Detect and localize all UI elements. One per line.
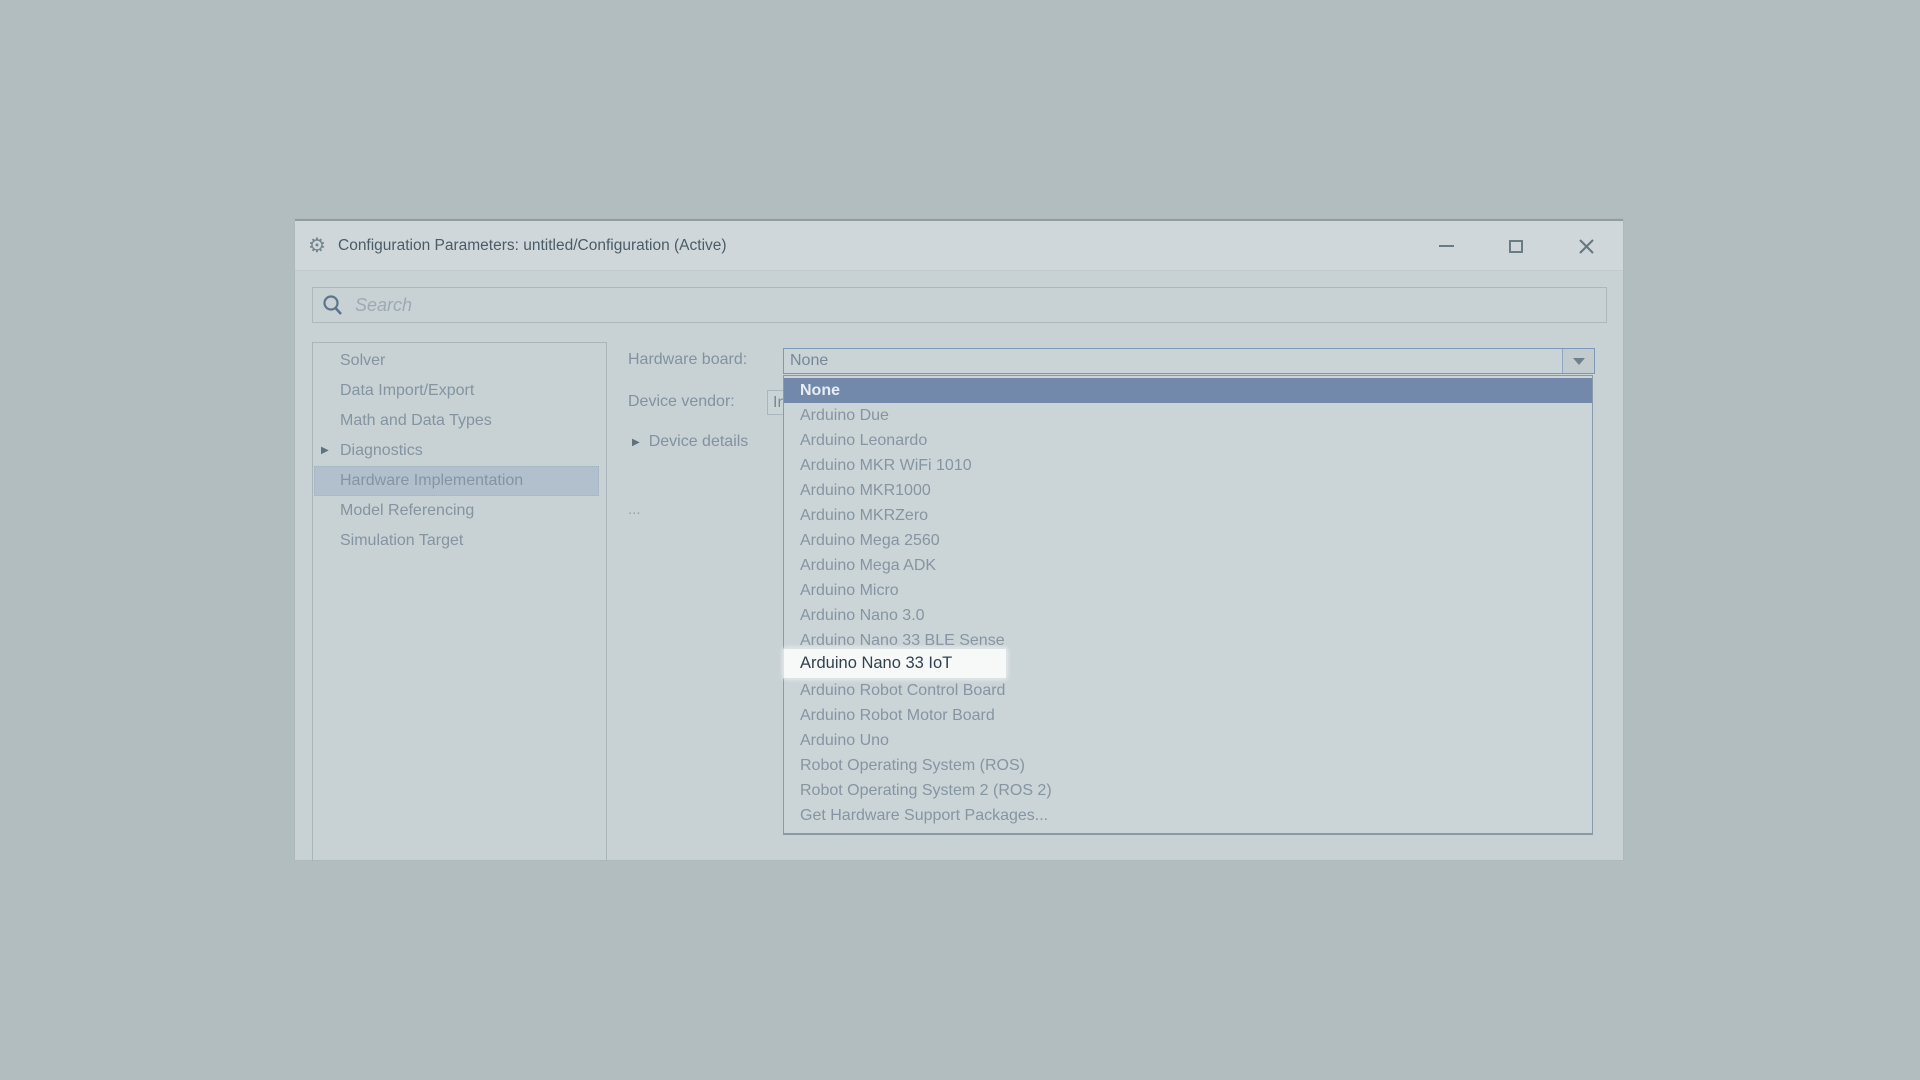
hardware-board-combobox[interactable]: None — [783, 348, 1595, 374]
dropdown-item-arduino-robot-control-board[interactable]: Arduino Robot Control Board — [784, 678, 1592, 703]
dropdown-item-arduino-mkrzero[interactable]: Arduino MKRZero — [784, 503, 1592, 528]
dropdown-item-arduino-micro[interactable]: Arduino Micro — [784, 578, 1592, 603]
maximize-icon — [1509, 240, 1523, 253]
dropdown-item-robot-operating-system-ros[interactable]: Robot Operating System (ROS) — [784, 753, 1592, 778]
sidebar-item-simulation-target[interactable]: Simulation Target — [313, 526, 606, 556]
sidebar-item-label: Diagnostics — [340, 442, 423, 459]
sidebar-item-diagnostics[interactable]: ▶ Diagnostics — [313, 436, 606, 466]
window-title: Configuration Parameters: untitled/Confi… — [338, 221, 727, 271]
sidebar-item-model-referencing[interactable]: Model Referencing — [313, 496, 606, 526]
dropdown-item-arduino-due[interactable]: Arduino Due — [784, 403, 1592, 428]
device-vendor-label: Device vendor: — [628, 391, 735, 413]
screen-background: ⚙ Configuration Parameters: untitled/Con… — [0, 0, 1920, 1080]
dropdown-item-arduino-mega-adk[interactable]: Arduino Mega ADK — [784, 553, 1592, 578]
sidebar-item-label: Math and Data Types — [340, 412, 492, 429]
close-button[interactable] — [1551, 221, 1621, 271]
minimize-button[interactable] — [1411, 221, 1481, 271]
sidebar-item-math-and-data-types[interactable]: Math and Data Types — [313, 406, 606, 436]
sidebar-item-data-import-export[interactable]: Data Import/Export — [313, 376, 606, 406]
dropdown-item-arduino-mega-2560[interactable]: Arduino Mega 2560 — [784, 528, 1592, 553]
dropdown-item-robot-operating-system-2-ros-2[interactable]: Robot Operating System 2 (ROS 2) — [784, 778, 1592, 803]
dropdown-item-arduino-mkr-wifi-1010[interactable]: Arduino MKR WiFi 1010 — [784, 453, 1592, 478]
chevron-down-icon — [1573, 358, 1585, 365]
dropdown-item-get-hardware-support-packages[interactable]: Get Hardware Support Packages... — [784, 803, 1592, 828]
search-box — [312, 287, 1607, 323]
hardware-board-label: Hardware board: — [628, 349, 747, 371]
dropdown-item-highlight[interactable]: Arduino Nano 33 IoT — [783, 648, 1007, 679]
window-controls — [1411, 221, 1621, 271]
device-details-label: Device details — [649, 433, 749, 450]
dropdown-item-arduino-mkr1000[interactable]: Arduino MKR1000 — [784, 478, 1592, 503]
expand-arrow-icon: ▶ — [632, 437, 640, 448]
dropdown-item-none[interactable]: None — [784, 378, 1592, 403]
sidebar-item-hardware-implementation[interactable]: Hardware Implementation — [314, 466, 599, 496]
sidebar-item-label: Model Referencing — [340, 502, 474, 519]
minimize-icon — [1439, 245, 1454, 247]
sidebar-item-label: Simulation Target — [340, 532, 463, 549]
sidebar-item-solver[interactable]: Solver — [313, 346, 606, 376]
config-parameters-window: ⚙ Configuration Parameters: untitled/Con… — [295, 219, 1623, 860]
sidebar-item-label: Data Import/Export — [340, 382, 474, 399]
search-input[interactable] — [355, 289, 1555, 321]
hardware-board-dropdown-list: NoneArduino DueArduino LeonardoArduino M… — [783, 375, 1593, 835]
expand-arrow-icon[interactable]: ▶ — [321, 436, 329, 466]
window-titlebar[interactable]: ⚙ Configuration Parameters: untitled/Con… — [295, 221, 1623, 271]
close-icon — [1578, 238, 1595, 255]
dropdown-item-arduino-nano-3-0[interactable]: Arduino Nano 3.0 — [784, 603, 1592, 628]
sidebar-item-label: Solver — [340, 352, 385, 369]
dropdown-item-arduino-robot-motor-board[interactable]: Arduino Robot Motor Board — [784, 703, 1592, 728]
device-details-toggle[interactable]: ▶ Device details — [632, 431, 748, 453]
dropdown-item-arduino-uno[interactable]: Arduino Uno — [784, 728, 1592, 753]
maximize-button[interactable] — [1481, 221, 1551, 271]
sidebar-item-label: Hardware Implementation — [340, 472, 523, 489]
category-tree: Solver Data Import/Export Math and Data Ty… — [312, 342, 607, 862]
hardware-board-value: None — [790, 349, 828, 373]
dropdown-item-arduino-leonardo[interactable]: Arduino Leonardo — [784, 428, 1592, 453]
search-icon — [321, 294, 345, 318]
combo-dropdown-button[interactable] — [1562, 349, 1594, 373]
gear-icon: ⚙ — [308, 221, 326, 271]
truncated-text: ... — [628, 501, 641, 518]
